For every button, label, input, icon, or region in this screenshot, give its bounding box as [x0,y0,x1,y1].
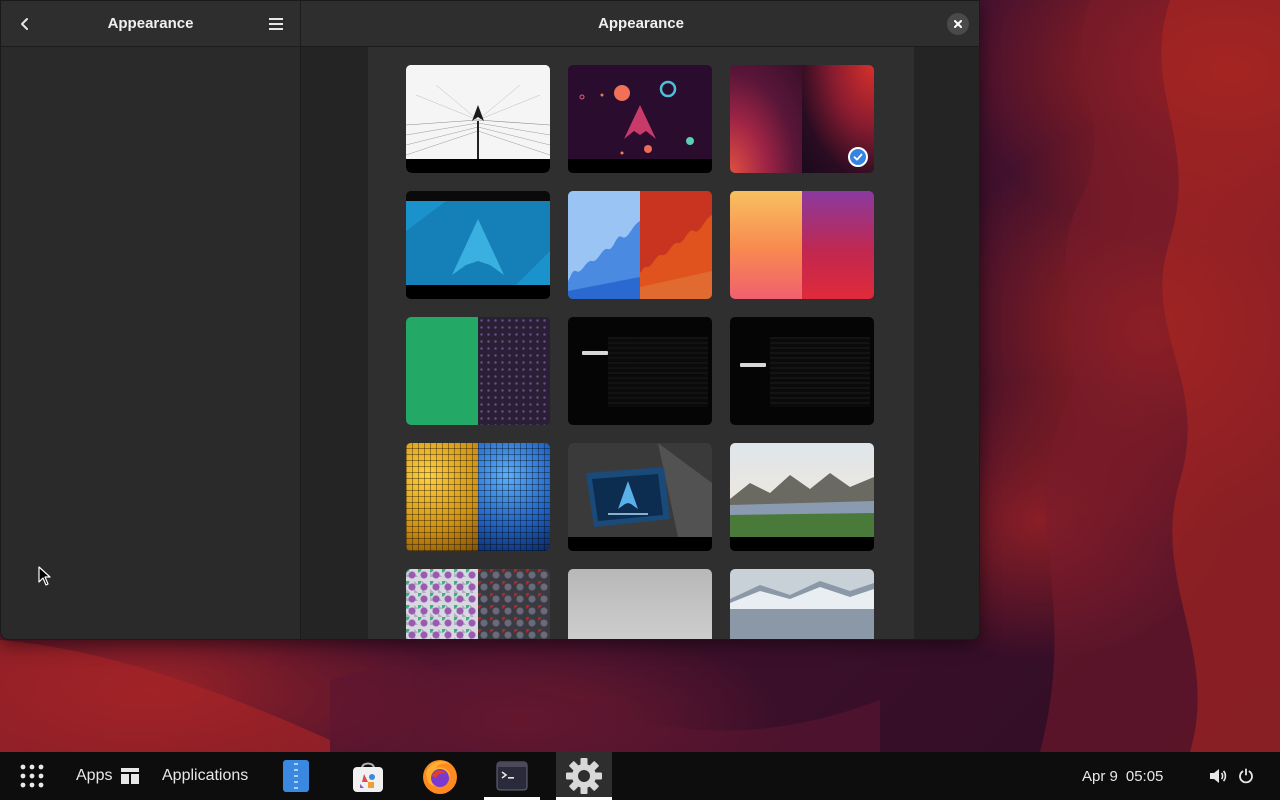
menu-button[interactable] [262,10,290,38]
arch-planets-art [568,65,712,159]
software-app-button[interactable] [350,752,386,800]
arch-sketch-art [406,65,550,159]
clock-time: 05:05 [1125,767,1164,785]
wallpaper-snowy-mountains[interactable] [730,569,874,639]
wallpaper-gradient-sunset[interactable] [730,191,874,299]
taskbar: Apps Applications Apr 9 05:05 [0,752,1280,800]
applications-label: Applications [162,767,249,784]
power-icon [1239,768,1253,784]
app-grid-icon [20,764,44,788]
firefox-app-button[interactable] [420,752,460,800]
arch-tv-art [568,443,712,537]
wallpaper-arch-blue[interactable] [406,191,550,299]
clock[interactable]: Apr 9 05:05 [1082,752,1163,800]
main-header: Appearance [301,1,979,47]
selected-check-icon [848,147,868,167]
files-icon [283,760,309,792]
apps-menu-icon [121,768,140,784]
app-grid-button[interactable] [14,752,50,800]
sidebar-header: Appearance [1,1,300,47]
wallpaper-red-waves[interactable] [730,65,874,173]
apps-menu-button[interactable]: Apps [76,752,140,800]
settings-gear-icon [566,758,602,794]
drip-art [568,191,712,299]
wallpaper-archlinux-dark-2[interactable] [730,317,874,425]
arch-blue-art [406,191,550,285]
clock-date: Apr 9 [1082,767,1118,785]
software-store-icon [353,762,383,792]
wallpaper-green-dots[interactable] [406,317,550,425]
terminal-icon [496,761,528,791]
mountain-lake-art [730,443,874,537]
wallpaper-arch-planets[interactable] [568,65,712,173]
sidebar-title: Appearance [107,15,194,32]
mouse-pointer-icon [38,566,51,586]
wallpaper-mountain-lake[interactable] [730,443,874,551]
back-arrow-icon [21,17,28,30]
main-panel: Appearance [301,1,979,639]
firefox-icon [423,760,457,794]
main-title: Appearance [598,15,684,32]
wallpaper-mosaic-gold-blue[interactable] [406,443,550,551]
close-icon [954,20,962,28]
settings-window: Appearance Appearance [0,0,980,640]
wallpaper-arch-tv[interactable] [568,443,712,551]
wallpaper-misty-fog[interactable] [568,569,712,639]
wallpaper-archlinux-dark-1[interactable] [568,317,712,425]
volume-icon [1210,769,1227,783]
wallpaper-drip-blue-orange[interactable] [568,191,712,299]
applications-menu-button[interactable]: Applications [162,752,248,800]
close-button[interactable] [947,13,969,35]
settings-app-button[interactable] [556,752,612,800]
hamburger-menu-icon [269,17,283,30]
files-app-button[interactable] [282,752,310,800]
apps-label: Apps [76,767,113,784]
wallpaper-gallery[interactable] [368,47,914,639]
snowy-mountains-art [730,569,874,639]
volume-button[interactable] [1208,752,1228,800]
terminal-app-button[interactable] [484,752,540,800]
wallpaper-hex-tiles[interactable] [406,569,550,639]
back-button[interactable] [11,10,39,38]
sidebar: Appearance [1,1,301,639]
power-button[interactable] [1236,752,1256,800]
wallpaper-arch-sketch[interactable] [406,65,550,173]
